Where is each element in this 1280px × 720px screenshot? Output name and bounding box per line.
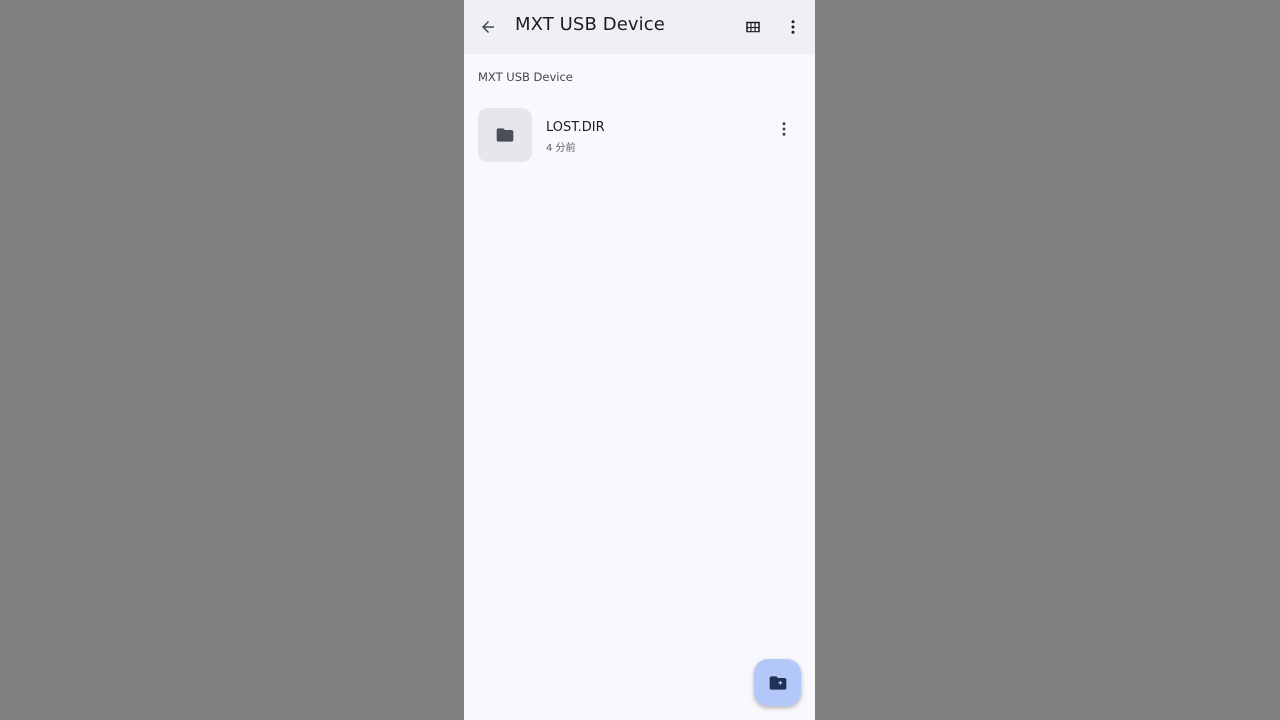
top-app-bar: MXT USB Device	[464, 0, 815, 54]
back-button[interactable]	[468, 7, 508, 47]
screen: MXT USB Device MXT USB Device LOST.DIR 4…	[0, 0, 1280, 720]
folder-icon	[496, 128, 514, 142]
file-modified-time: 4 分前	[546, 143, 576, 154]
more-vert-icon	[782, 122, 786, 136]
arrow-back-icon	[482, 21, 494, 33]
phone-screen: MXT USB Device MXT USB Device LOST.DIR 4…	[464, 0, 815, 720]
page-title: MXT USB Device	[515, 14, 665, 35]
breadcrumb[interactable]: MXT USB Device	[478, 70, 573, 84]
more-options-button[interactable]	[773, 7, 813, 47]
more-vert-icon	[791, 20, 795, 34]
grid-view-icon	[746, 21, 760, 33]
list-item[interactable]: LOST.DIR 4 分前	[464, 98, 815, 172]
grid-view-button[interactable]	[733, 7, 773, 47]
file-thumbnail	[478, 108, 532, 162]
item-more-options-button[interactable]	[764, 109, 804, 149]
create-new-folder-icon	[769, 675, 786, 690]
file-name: LOST.DIR	[546, 120, 605, 135]
create-folder-fab[interactable]	[754, 659, 801, 706]
